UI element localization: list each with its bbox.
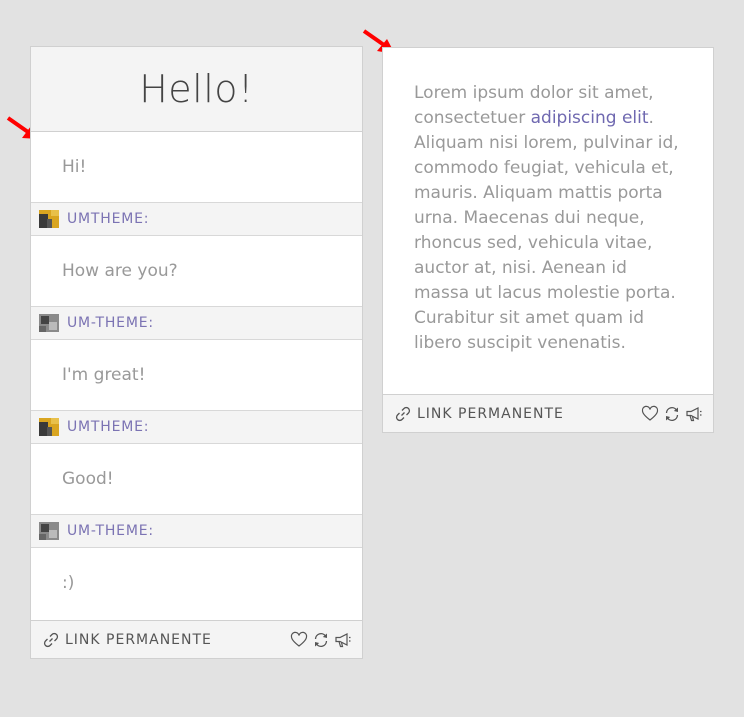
- speaker-name: UM-THEME:: [67, 523, 154, 539]
- avatar-icon: [39, 210, 59, 228]
- permalink-link[interactable]: LINK PERMANENTE: [43, 632, 212, 648]
- chat-message: I'm great!: [62, 365, 146, 385]
- post-body: Lorem ipsum dolor sit amet, consectetuer…: [383, 48, 713, 356]
- heart-icon[interactable]: [641, 405, 659, 423]
- permalink-link[interactable]: LINK PERMANENTE: [395, 406, 564, 422]
- chat-message: Hi!: [62, 157, 87, 177]
- permalink-label: LINK PERMANENTE: [65, 631, 212, 648]
- inline-link[interactable]: adipiscing elit: [531, 108, 649, 128]
- post-title: Hello!: [31, 47, 362, 132]
- chat-speaker[interactable]: UMTHEME:: [31, 202, 362, 236]
- chat-speaker[interactable]: UM-THEME:: [31, 514, 362, 548]
- post-footer: LINK PERMANENTE: [31, 620, 362, 658]
- link-icon: [395, 406, 411, 421]
- avatar-icon: [39, 314, 59, 332]
- heart-icon[interactable]: [290, 631, 308, 649]
- chat-speaker[interactable]: UM-THEME:: [31, 306, 362, 340]
- body-text: . Aliquam nisi lorem, pulvinar id, commo…: [414, 108, 679, 353]
- reblog-icon[interactable]: [312, 631, 330, 649]
- chat-message: :): [62, 573, 75, 593]
- megaphone-icon[interactable]: [334, 631, 352, 649]
- chat-post: Hello! Hi! UMTHEME: How are you? UM-THEM…: [30, 46, 363, 659]
- avatar-icon: [39, 418, 59, 436]
- reblog-icon[interactable]: [663, 405, 681, 423]
- link-icon: [43, 632, 59, 647]
- permalink-label: LINK PERMANENTE: [417, 405, 564, 422]
- megaphone-icon[interactable]: [685, 405, 703, 423]
- speaker-name: UM-THEME:: [67, 315, 154, 331]
- speaker-name: UMTHEME:: [67, 211, 150, 227]
- post-footer: LINK PERMANENTE: [383, 394, 713, 432]
- text-post: Lorem ipsum dolor sit amet, consectetuer…: [382, 47, 714, 433]
- avatar-icon: [39, 522, 59, 540]
- chat-speaker[interactable]: UMTHEME:: [31, 410, 362, 444]
- chat-message: How are you?: [62, 261, 178, 281]
- speaker-name: UMTHEME:: [67, 419, 150, 435]
- chat-message: Good!: [62, 469, 114, 489]
